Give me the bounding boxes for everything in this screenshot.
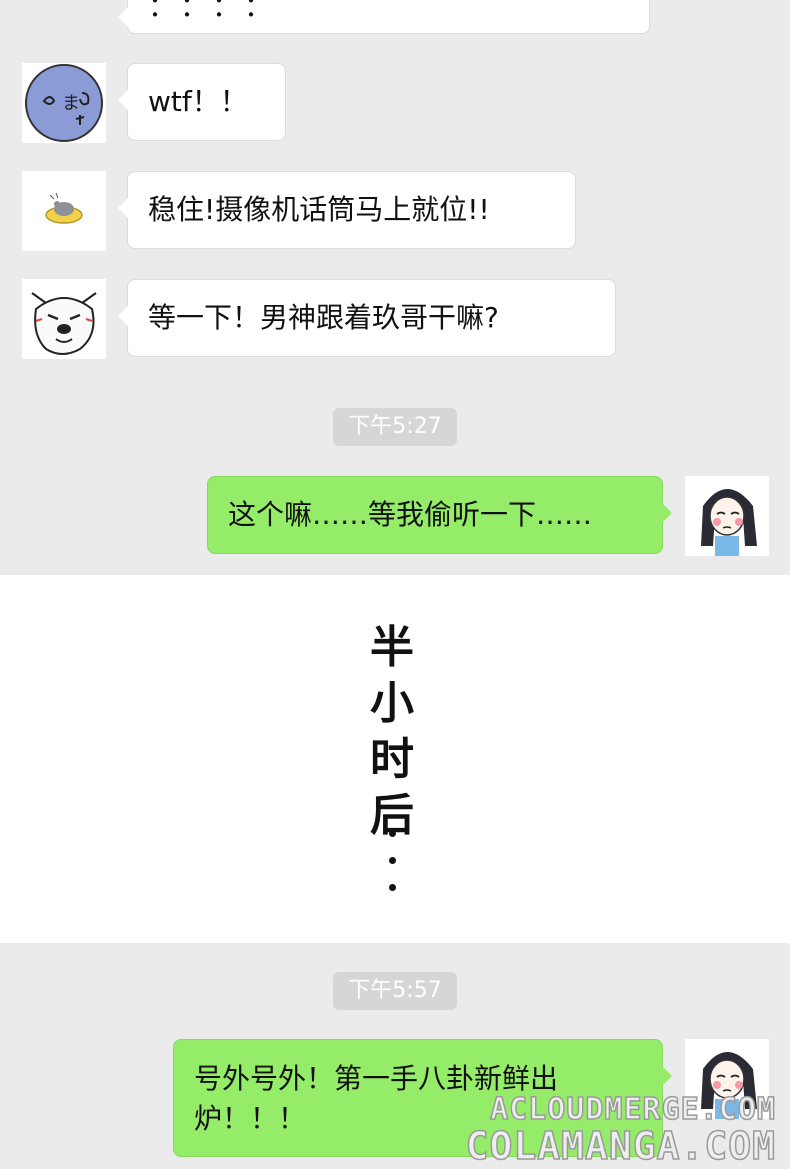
- mouse-on-plate-avatar[interactable]: [22, 171, 106, 251]
- message-bubble[interactable]: 稳住!摄像机话筒马上就位!!: [118, 171, 576, 249]
- blue-face-icon: ま: [25, 64, 103, 142]
- watermark-line2: COLAMANGA.COM: [465, 1123, 776, 1169]
- message-text: wtf！！: [148, 85, 248, 118]
- timestamp: 下午5:57: [333, 972, 457, 1010]
- message-bubble[interactable]: 等一下！男神跟着玖哥干嘛?: [118, 279, 616, 357]
- husky-dog-icon: [31, 292, 97, 355]
- caption-char: 半: [370, 622, 414, 673]
- message-text: 稳住!摄像机话筒马上就位!!: [148, 193, 490, 226]
- blue-face-avatar[interactable]: ま: [22, 63, 106, 143]
- girl-avatar-icon: [701, 489, 757, 556]
- caption-char: 小: [370, 678, 414, 729]
- watermark-line1: ACLOUDMERGE.COM: [489, 1091, 776, 1128]
- message-text: 这个嘛……等我偷听一下……: [228, 498, 593, 531]
- interlude-caption: 半 小 时 后: [362, 620, 422, 844]
- svg-text:ま: ま: [62, 93, 80, 114]
- message-text: 等一下！男神跟着玖哥干嘛?: [148, 301, 499, 334]
- husky-dog-avatar[interactable]: [22, 279, 106, 359]
- ellipsis-dots: [382, 830, 402, 911]
- message-bubble[interactable]: wtf！！: [118, 63, 286, 141]
- caption-char: 时: [370, 734, 414, 785]
- message-bubble[interactable]: ：：：：: [118, 0, 650, 34]
- mouse-on-plate-icon: [45, 192, 83, 224]
- message-text: ：：：：: [148, 0, 291, 23]
- girl-avatar[interactable]: [685, 476, 769, 556]
- timestamp: 下午5:27: [333, 408, 457, 446]
- message-bubble[interactable]: 这个嘛……等我偷听一下……: [207, 476, 672, 554]
